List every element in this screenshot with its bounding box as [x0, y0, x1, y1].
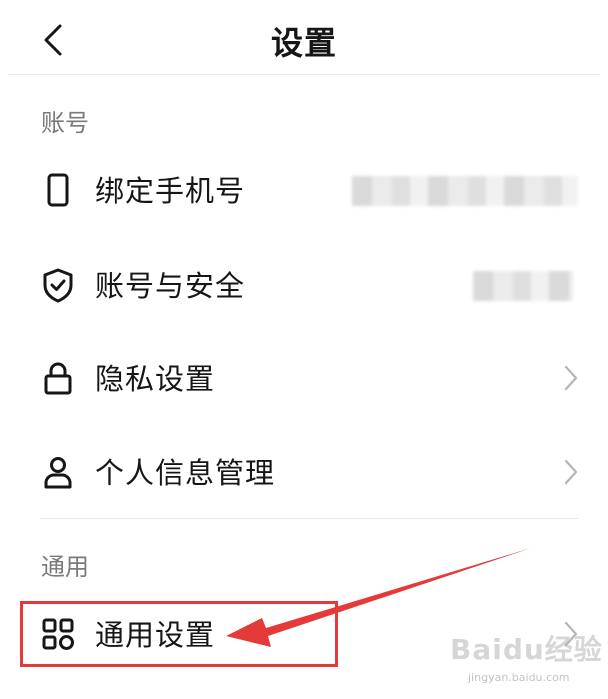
watermark-logo: Baidu经验 — [450, 633, 603, 666]
watermark-url: jingyan.baidu.com — [468, 671, 570, 684]
annotation-arrow — [226, 548, 531, 647]
